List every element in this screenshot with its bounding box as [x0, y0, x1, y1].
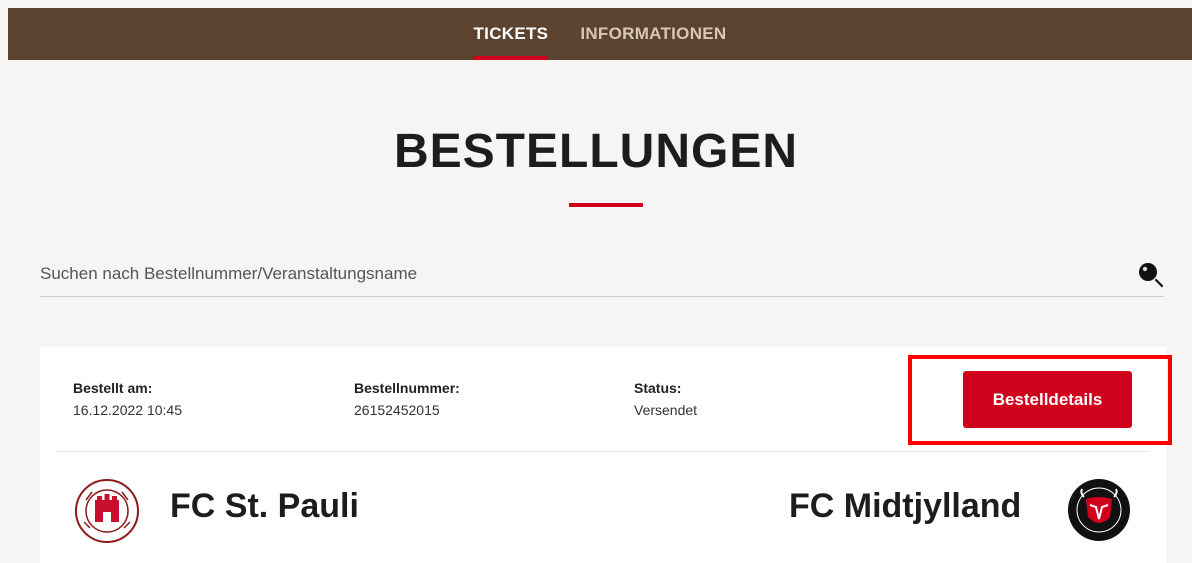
search-bar: [40, 255, 1164, 297]
tab-tickets[interactable]: TICKETS: [473, 8, 549, 60]
card-divider: [56, 451, 1150, 452]
order-number-value: 26152452015: [354, 402, 440, 418]
page-title: BESTELLUNGEN: [393, 125, 798, 178]
order-date-block: Bestellt am: 16.12.2022 10:45: [73, 377, 182, 421]
away-team-name: FC Midtjylland: [789, 487, 1022, 525]
top-navigation-bar: TICKETS INFORMATIONEN: [8, 8, 1192, 60]
details-button-highlight: [908, 355, 1172, 445]
home-team-name: FC St. Pauli: [170, 487, 359, 525]
fc-st-pauli-logo: [74, 478, 140, 544]
search-input[interactable]: [40, 255, 1120, 293]
order-number-block: Bestellnummer: 26152452015: [354, 377, 460, 421]
order-status-value: Versendet: [634, 402, 698, 418]
search-icon[interactable]: [1138, 262, 1164, 288]
fc-midtjylland-logo: [1066, 477, 1132, 543]
tab-informationen[interactable]: INFORMATIONEN: [580, 8, 726, 60]
order-date-label: Bestellt am:: [73, 380, 153, 396]
order-number-label: Bestellnummer:: [354, 380, 460, 396]
order-date-value: 16.12.2022 10:45: [73, 402, 182, 418]
order-status-block: Status: Versendet: [634, 377, 697, 421]
order-status-label: Status:: [634, 380, 682, 396]
title-underline: [569, 203, 643, 207]
